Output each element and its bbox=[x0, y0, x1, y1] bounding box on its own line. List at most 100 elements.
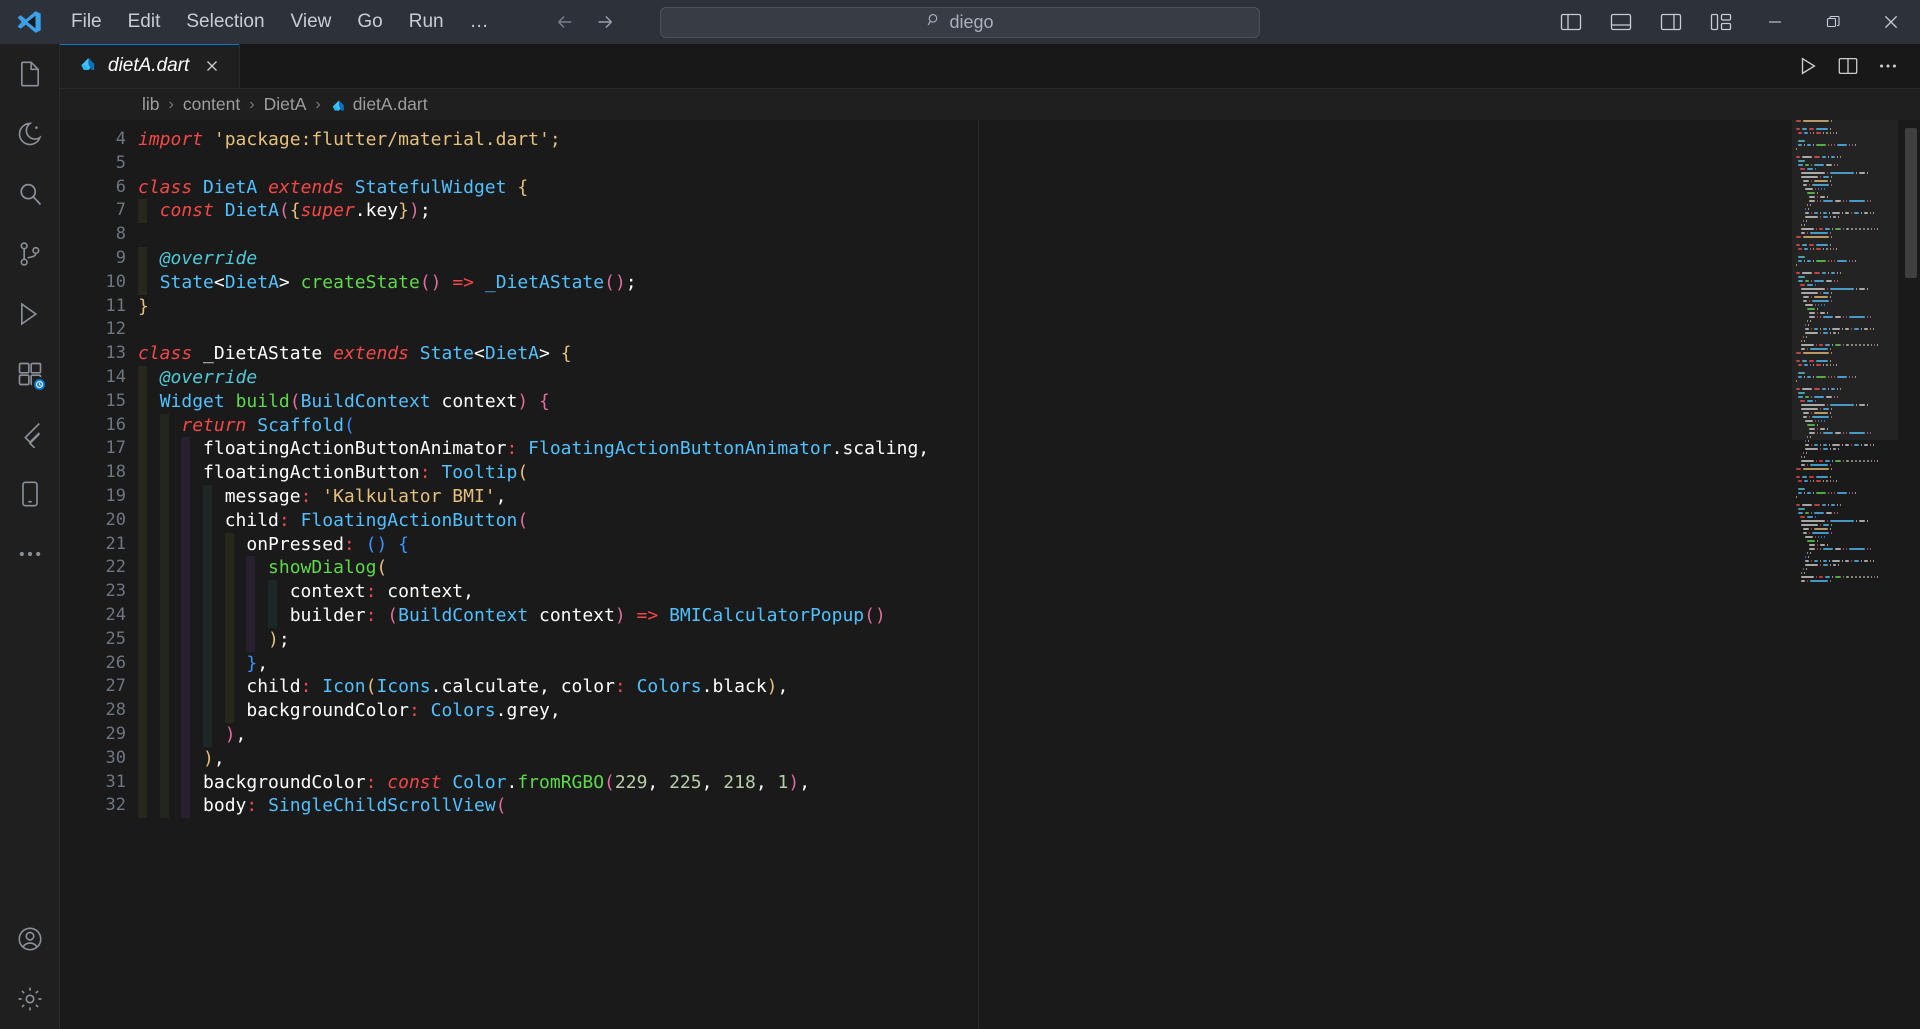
code-line[interactable]: floatingActionButton: Tooltip( bbox=[138, 461, 1920, 485]
menu-run[interactable]: Run bbox=[396, 6, 457, 39]
code-line[interactable]: return Scaffold( bbox=[138, 413, 1920, 438]
code-editor[interactable]: 4 5 6 7 8 9 10 11 12 13 14 15 16 17 18 19 20 21 22 23 24 25 26… bbox=[60, 120, 1920, 1029]
indent-guide bbox=[181, 461, 191, 485]
toggle-primary-sidebar-icon[interactable] bbox=[1554, 7, 1588, 37]
code-line[interactable]: builder: (BuildContext context) => BMICa… bbox=[138, 603, 1920, 628]
code-token: < bbox=[213, 271, 225, 293]
minimap-line bbox=[1792, 264, 1898, 267]
account-icon[interactable] bbox=[0, 909, 60, 969]
search-input[interactable]: diego bbox=[660, 7, 1260, 38]
close-button[interactable] bbox=[1862, 0, 1920, 44]
indent-guide bbox=[159, 627, 169, 652]
breadcrumb-item-file[interactable]: dietA.dart bbox=[326, 92, 432, 117]
sidebar-item-source-control[interactable] bbox=[0, 224, 60, 284]
code-line[interactable]: ); bbox=[138, 627, 1920, 652]
code-token: } bbox=[246, 652, 258, 674]
breadcrumb-item-lib[interactable]: lib bbox=[138, 92, 164, 117]
code-line[interactable]: const DietA({super.key}); bbox=[138, 199, 1920, 224]
indent-guide bbox=[159, 794, 169, 819]
navigation-buttons bbox=[550, 7, 620, 37]
maximize-button[interactable] bbox=[1804, 0, 1862, 44]
code-line[interactable]: }, bbox=[138, 651, 1920, 676]
code-token: => bbox=[452, 271, 475, 293]
code-line[interactable]: backgroundColor: const Color.fromRGBO(22… bbox=[138, 770, 1920, 795]
code-token: floatingActionButtonAnimator bbox=[203, 438, 507, 460]
minimap-line bbox=[1792, 468, 1898, 471]
play-icon[interactable] bbox=[1790, 50, 1826, 82]
code-line[interactable] bbox=[138, 152, 1920, 176]
ellipsis-icon[interactable] bbox=[1870, 50, 1906, 82]
scrollbar-thumb[interactable] bbox=[1905, 128, 1917, 278]
code-line[interactable]: message: 'Kalkulator BMI', bbox=[138, 484, 1920, 509]
code-line[interactable]: ), bbox=[138, 746, 1920, 771]
sidebar-item-explorer[interactable] bbox=[0, 44, 60, 104]
code-line[interactable]: @override bbox=[138, 246, 1920, 271]
code-line[interactable] bbox=[138, 223, 1920, 247]
code-line[interactable]: class DietA extends StatefulWidget { bbox=[138, 176, 1920, 200]
code-line[interactable]: child: FloatingActionButton( bbox=[138, 508, 1920, 533]
sidebar-item-copilot[interactable] bbox=[0, 104, 60, 164]
toggle-secondary-sidebar-icon[interactable] bbox=[1654, 7, 1688, 37]
code-line[interactable]: backgroundColor: Colors.grey, bbox=[138, 699, 1920, 723]
code-token: ( bbox=[864, 604, 875, 626]
tab-dietA-dart[interactable]: dietA.dart bbox=[60, 44, 241, 88]
code-line[interactable]: floatingActionButtonAnimator: FloatingAc… bbox=[138, 437, 1920, 462]
menu-selection[interactable]: Selection bbox=[173, 6, 277, 39]
code-line[interactable]: child: Icon(Icons.calculate, color: Colo… bbox=[138, 675, 1920, 700]
arrow-left-icon[interactable] bbox=[550, 7, 580, 37]
sidebar-item-search[interactable] bbox=[0, 164, 60, 224]
minimap-line bbox=[1792, 212, 1898, 215]
code-token: ) bbox=[766, 676, 778, 698]
code-line[interactable]: } bbox=[138, 295, 1920, 319]
minimize-button[interactable] bbox=[1746, 0, 1804, 44]
sidebar-item-run-and-debug[interactable] bbox=[0, 284, 60, 344]
line-number-gutter: 4 5 6 7 8 9 10 11 12 13 14 15 16 17 18 19 20 21 22 23 24 25 26… bbox=[60, 120, 138, 1029]
sidebar-item-more-views[interactable] bbox=[0, 524, 60, 584]
menu-edit[interactable]: Edit bbox=[115, 6, 174, 39]
code-line[interactable] bbox=[138, 318, 1920, 342]
code-line[interactable]: import 'package:flutter/material.dart'; bbox=[138, 128, 1920, 152]
split-editor-icon[interactable] bbox=[1830, 50, 1866, 82]
minimap-line bbox=[1792, 228, 1898, 231]
vertical-scrollbar[interactable] bbox=[1898, 120, 1920, 1029]
minimap-line bbox=[1792, 132, 1898, 135]
code-line[interactable]: context: context, bbox=[138, 580, 1920, 604]
sidebar-item-flutter[interactable] bbox=[0, 404, 60, 464]
code-line[interactable]: ), bbox=[138, 722, 1920, 747]
code-line[interactable]: State<DietA> createState() => _DietAStat… bbox=[138, 270, 1920, 295]
code-line[interactable]: body: SingleChildScrollView( bbox=[138, 794, 1920, 819]
breadcrumb-item-content[interactable]: content bbox=[179, 92, 244, 117]
indent-guide bbox=[138, 675, 147, 700]
gear-icon[interactable] bbox=[0, 969, 60, 1029]
code-line[interactable]: onPressed: () { bbox=[138, 532, 1920, 557]
breadcrumb-separator: › bbox=[315, 95, 321, 113]
menu-more[interactable]: … bbox=[457, 6, 502, 39]
menu-file[interactable]: File bbox=[58, 6, 115, 39]
minimap[interactable] bbox=[1792, 120, 1898, 1029]
minimap-line bbox=[1792, 316, 1898, 319]
indent-guide bbox=[202, 699, 212, 723]
toggle-panel-icon[interactable] bbox=[1604, 7, 1638, 37]
menu-view[interactable]: View bbox=[278, 6, 345, 39]
customize-layout-icon[interactable] bbox=[1704, 7, 1738, 37]
menu-go[interactable]: Go bbox=[344, 6, 395, 39]
sidebar-item-device-preview[interactable] bbox=[0, 464, 60, 524]
breadcrumb-item-dieta[interactable]: DietA bbox=[260, 92, 311, 117]
code-line[interactable]: class _DietAState extends State<DietA> { bbox=[138, 342, 1920, 366]
line-number: 32 bbox=[105, 795, 126, 816]
code-line[interactable]: @override bbox=[138, 365, 1920, 390]
close-icon[interactable] bbox=[199, 53, 225, 79]
minimap-line bbox=[1792, 124, 1898, 127]
title-bar: File Edit Selection View Go Run … diego bbox=[0, 0, 1920, 44]
code-line[interactable]: showDialog( bbox=[138, 556, 1920, 581]
sidebar-item-extensions[interactable] bbox=[0, 344, 60, 404]
code-token: key bbox=[365, 200, 399, 222]
code-content[interactable]: import 'package:flutter/material.dart'; … bbox=[138, 120, 1920, 1029]
code-line[interactable]: Widget build(BuildContext context) { bbox=[138, 389, 1920, 414]
line-number: 16 bbox=[105, 414, 126, 435]
arrow-right-icon[interactable] bbox=[590, 7, 620, 37]
